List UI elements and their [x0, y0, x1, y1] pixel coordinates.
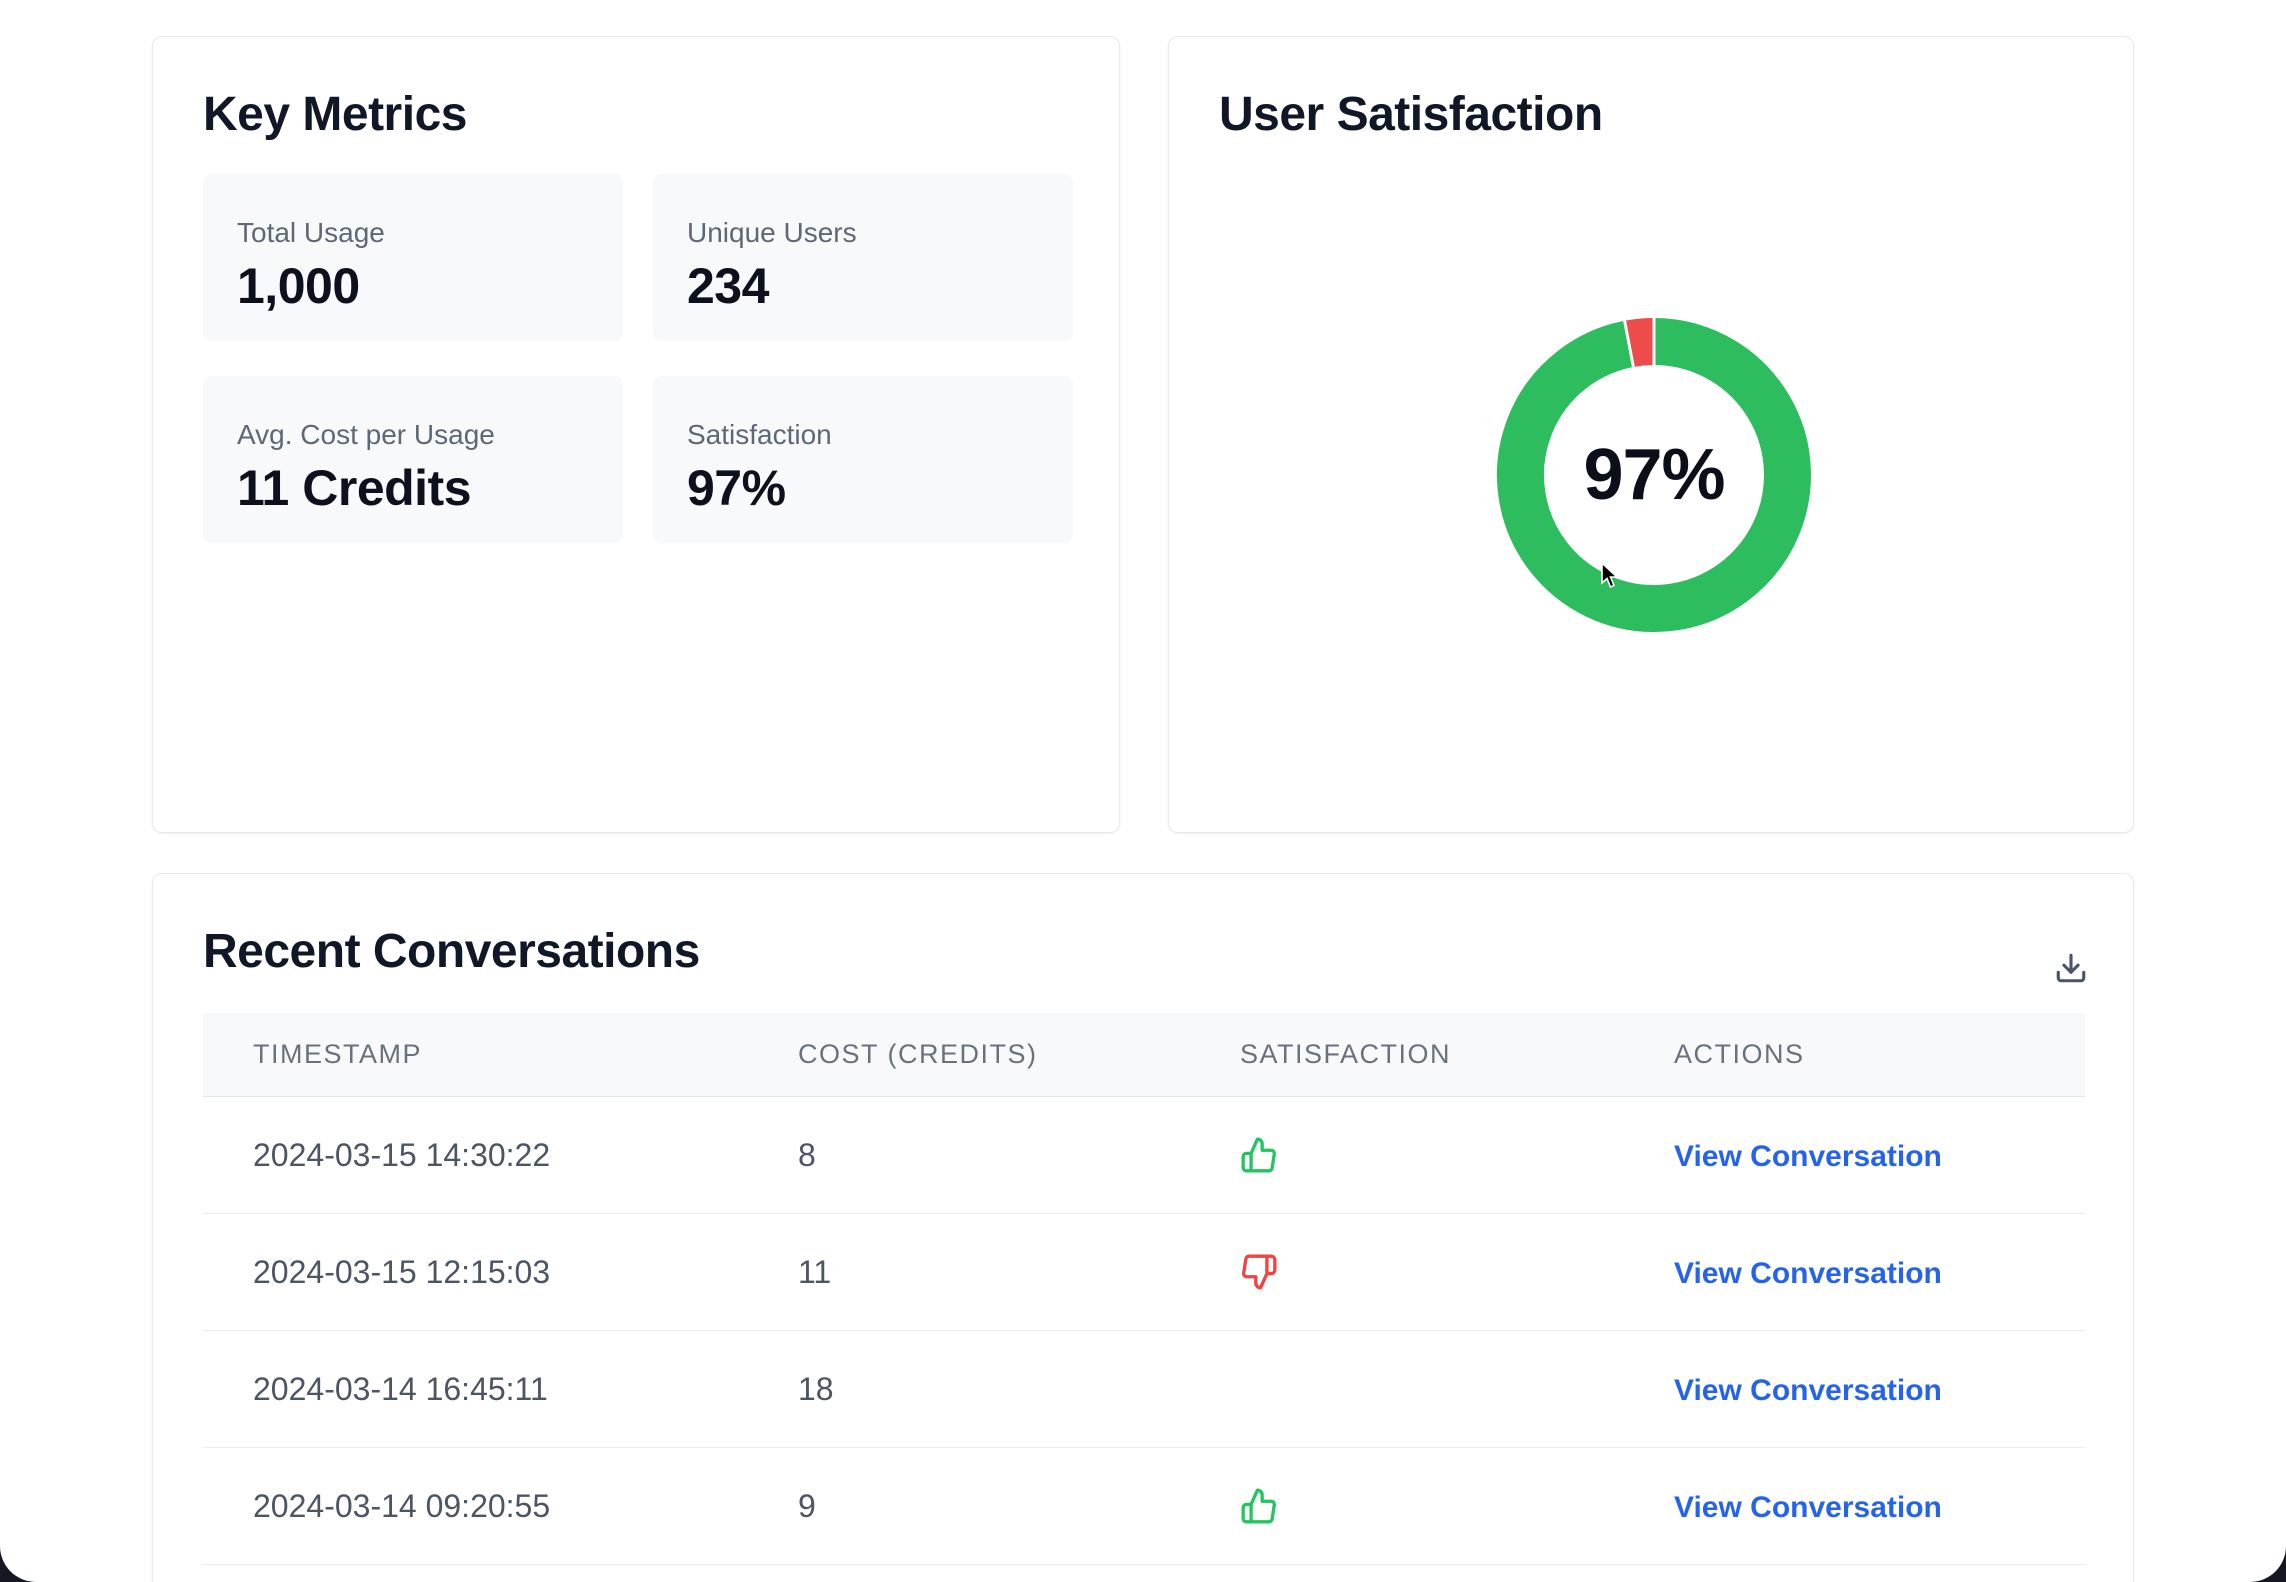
recent-conversations-card: Recent Conversations TIMESTAMP COST (CRE…: [152, 873, 2134, 1582]
table-row: 2024-03-15 14:30:22 8 View Conversation: [203, 1097, 2085, 1214]
screen: Key Metrics Total Usage 1,000 Unique Use…: [0, 0, 2286, 1582]
view-conversation-link[interactable]: View Conversation: [1674, 1374, 1942, 1407]
stat-value: 97%: [687, 461, 1039, 516]
recent-conversations-title: Recent Conversations: [203, 924, 700, 979]
table-row: 2024-03-14 16:45:11 18 View Conversation: [203, 1331, 2085, 1448]
key-metrics-title: Key Metrics: [203, 87, 467, 142]
download-icon-glyph: [2054, 951, 2088, 985]
conversations-table: TIMESTAMP COST (CREDITS) SATISFACTION AC…: [203, 1013, 2085, 1565]
stat-total-usage: Total Usage 1,000: [203, 174, 623, 341]
table-row: 2024-03-15 12:15:03 11 View Conversation: [203, 1214, 2085, 1331]
stat-value: 11 Credits: [237, 461, 589, 516]
satisfaction-donut-chart: 97%: [1494, 315, 1814, 635]
table-header-row: TIMESTAMP COST (CREDITS) SATISFACTION AC…: [203, 1013, 2085, 1097]
stat-label: Satisfaction: [687, 418, 1039, 452]
thumbs-down-icon: [1240, 1253, 1278, 1291]
timestamp-cell: 2024-03-14 16:45:11: [203, 1371, 798, 1408]
column-header-satisfaction: SATISFACTION: [1240, 1039, 1674, 1070]
satisfaction-cell: [1240, 1253, 1674, 1291]
table-row: 2024-03-14 09:20:55 9 View Conversation: [203, 1448, 2085, 1565]
timestamp-cell: 2024-03-15 14:30:22: [203, 1137, 798, 1174]
user-satisfaction-title: User Satisfaction: [1219, 87, 1603, 142]
stat-label: Avg. Cost per Usage: [237, 418, 589, 452]
stat-satisfaction: Satisfaction 97%: [653, 376, 1073, 543]
stat-label: Total Usage: [237, 216, 589, 250]
view-conversation-link[interactable]: View Conversation: [1674, 1491, 1942, 1524]
column-header-timestamp: TIMESTAMP: [203, 1039, 798, 1070]
user-satisfaction-card: User Satisfaction 97%: [1168, 36, 2134, 833]
view-conversation-link[interactable]: View Conversation: [1674, 1140, 1942, 1173]
cost-cell: 11: [798, 1254, 1240, 1291]
dashboard-page: Key Metrics Total Usage 1,000 Unique Use…: [0, 0, 2286, 1582]
timestamp-cell: 2024-03-14 09:20:55: [203, 1488, 798, 1525]
stat-avg-cost: Avg. Cost per Usage 11 Credits: [203, 376, 623, 543]
satisfaction-cell: [1240, 1136, 1674, 1174]
download-icon[interactable]: [2051, 948, 2091, 988]
timestamp-cell: 2024-03-15 12:15:03: [203, 1254, 798, 1291]
cost-cell: 18: [798, 1371, 1240, 1408]
thumbs-up-icon: [1240, 1136, 1278, 1174]
column-header-actions: ACTIONS: [1674, 1039, 2085, 1070]
thumbs-up-icon: [1240, 1487, 1278, 1525]
stat-value: 234: [687, 259, 1039, 314]
stat-label: Unique Users: [687, 216, 1039, 250]
key-metrics-grid: Total Usage 1,000 Unique Users 234 Avg. …: [203, 174, 1073, 543]
view-conversation-link[interactable]: View Conversation: [1674, 1257, 1942, 1290]
cost-cell: 8: [798, 1137, 1240, 1174]
cost-cell: 9: [798, 1488, 1240, 1525]
donut-center-label: 97%: [1494, 315, 1814, 635]
satisfaction-cell: [1240, 1487, 1674, 1525]
stat-value: 1,000: [237, 259, 589, 314]
key-metrics-card: Key Metrics Total Usage 1,000 Unique Use…: [152, 36, 1120, 833]
stat-unique-users: Unique Users 234: [653, 174, 1073, 341]
column-header-cost: COST (CREDITS): [798, 1039, 1240, 1070]
